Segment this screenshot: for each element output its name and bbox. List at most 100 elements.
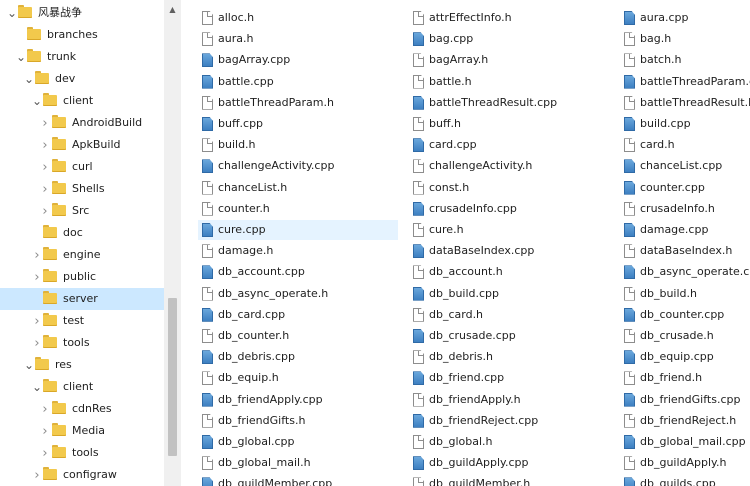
file-item[interactable]: db_guildMember.h [409,474,609,486]
tree-item-branches[interactable]: branches [0,24,164,46]
chevron-down-icon[interactable]: ⌄ [23,68,35,90]
scroll-up-arrow-icon[interactable]: ▲ [164,0,181,18]
chevron-right-icon[interactable]: › [39,442,51,464]
chevron-down-icon[interactable]: ⌄ [15,46,27,68]
file-item[interactable]: cure.cpp [198,220,398,240]
tree-item--[interactable]: ⌄ 风暴战争 [0,2,164,24]
file-item[interactable]: db_friendApply.cpp [198,390,398,410]
file-item[interactable]: db_guilds.cpp [620,474,750,486]
tree-item-media[interactable]: › Media [0,420,164,442]
file-item[interactable]: db_debris.cpp [198,347,398,367]
tree-item-androidbuild[interactable]: › AndroidBuild [0,112,164,134]
file-item[interactable]: db_async_operate.h [198,284,398,304]
tree-item-server[interactable]: server [0,288,164,310]
file-item[interactable]: bagArray.h [409,50,609,70]
tree-item-tools[interactable]: › tools [0,332,164,354]
file-item[interactable]: battleThreadParam.h [198,93,398,113]
tree-item-curl[interactable]: › curl [0,156,164,178]
file-item[interactable]: aura.h [198,29,398,49]
file-item[interactable]: damage.h [198,241,398,261]
tree-item-cdnres[interactable]: › cdnRes [0,398,164,420]
file-item[interactable]: bag.h [620,29,750,49]
tree-item-configraw[interactable]: › configraw [0,464,164,486]
file-item[interactable]: db_crusade.h [620,326,750,346]
file-item[interactable]: card.cpp [409,135,609,155]
file-item[interactable]: batch.h [620,50,750,70]
chevron-right-icon[interactable]: › [31,310,43,332]
file-item[interactable]: dataBaseIndex.h [620,241,750,261]
file-item[interactable]: dataBaseIndex.cpp [409,241,609,261]
tree-item-shells[interactable]: › Shells [0,178,164,200]
tree-item-trunk[interactable]: ⌄ trunk [0,46,164,68]
file-item[interactable]: db_global_mail.h [198,453,398,473]
file-item[interactable]: challengeActivity.cpp [198,156,398,176]
file-item[interactable]: battleThreadResult.h [620,93,750,113]
file-item[interactable]: db_friend.cpp [409,368,609,388]
file-item[interactable]: challengeActivity.h [409,156,609,176]
file-item[interactable]: db_friendGifts.cpp [620,390,750,410]
file-item[interactable]: cure.h [409,220,609,240]
tree-item-src[interactable]: › Src [0,200,164,222]
chevron-right-icon[interactable]: › [39,156,51,178]
tree-item-client[interactable]: ⌄ client [0,90,164,112]
file-item[interactable]: db_global.h [409,432,609,452]
scrollbar-thumb[interactable] [168,298,177,456]
file-item[interactable]: aura.cpp [620,8,750,28]
file-item[interactable]: chanceList.cpp [620,156,750,176]
file-item[interactable]: db_friend.h [620,368,750,388]
file-item[interactable]: crusadeInfo.cpp [409,199,609,219]
chevron-right-icon[interactable]: › [39,200,51,222]
file-item[interactable]: db_counter.h [198,326,398,346]
chevron-right-icon[interactable]: › [39,112,51,134]
file-item[interactable]: attrEffectInfo.h [409,8,609,28]
file-item[interactable]: build.cpp [620,114,750,134]
chevron-right-icon[interactable]: › [31,266,43,288]
file-item[interactable]: battle.h [409,72,609,92]
file-item[interactable]: db_build.cpp [409,284,609,304]
file-item[interactable]: db_friendReject.h [620,411,750,431]
tree-item-doc[interactable]: doc [0,222,164,244]
file-item[interactable]: db_counter.cpp [620,305,750,325]
file-item[interactable]: db_account.cpp [198,262,398,282]
tree-item-res[interactable]: ⌄ res [0,354,164,376]
chevron-right-icon[interactable]: › [39,178,51,200]
file-item[interactable]: chanceList.h [198,178,398,198]
file-item[interactable]: db_equip.h [198,368,398,388]
file-item[interactable]: bagArray.cpp [198,50,398,70]
file-item[interactable]: db_friendApply.h [409,390,609,410]
tree-item-engine[interactable]: › engine [0,244,164,266]
chevron-down-icon[interactable]: ⌄ [6,2,18,24]
file-item[interactable]: db_global_mail.cpp [620,432,750,452]
file-item[interactable]: crusadeInfo.h [620,199,750,219]
file-item[interactable]: db_card.cpp [198,305,398,325]
file-item[interactable]: db_async_operate.cpp [620,262,750,282]
tree-item-apkbuild[interactable]: › ApkBuild [0,134,164,156]
file-item[interactable]: db_friendGifts.h [198,411,398,431]
file-item[interactable]: db_equip.cpp [620,347,750,367]
file-item[interactable]: battle.cpp [198,72,398,92]
file-item[interactable]: build.h [198,135,398,155]
chevron-right-icon[interactable]: › [39,420,51,442]
tree-item-dev[interactable]: ⌄ dev [0,68,164,90]
tree-scrollbar[interactable]: ▲ [164,0,181,486]
tree-item-tools[interactable]: › tools [0,442,164,464]
file-item[interactable]: counter.cpp [620,178,750,198]
file-item[interactable]: db_crusade.cpp [409,326,609,346]
chevron-right-icon[interactable]: › [39,134,51,156]
file-item[interactable]: alloc.h [198,8,398,28]
chevron-right-icon[interactable]: › [31,244,43,266]
tree-item-client[interactable]: ⌄ client [0,376,164,398]
chevron-down-icon[interactable]: ⌄ [31,376,43,398]
file-item[interactable]: db_guildMember.cpp [198,474,398,486]
file-item[interactable]: battleThreadResult.cpp [409,93,609,113]
chevron-right-icon[interactable]: › [39,398,51,420]
tree-item-public[interactable]: › public [0,266,164,288]
file-item[interactable]: battleThreadParam.cpp [620,72,750,92]
file-item[interactable]: damage.cpp [620,220,750,240]
tree-item-test[interactable]: › test [0,310,164,332]
chevron-right-icon[interactable]: › [31,332,43,354]
chevron-down-icon[interactable]: ⌄ [23,354,35,376]
file-item[interactable]: bag.cpp [409,29,609,49]
file-item[interactable]: db_debris.h [409,347,609,367]
file-item[interactable]: db_friendReject.cpp [409,411,609,431]
